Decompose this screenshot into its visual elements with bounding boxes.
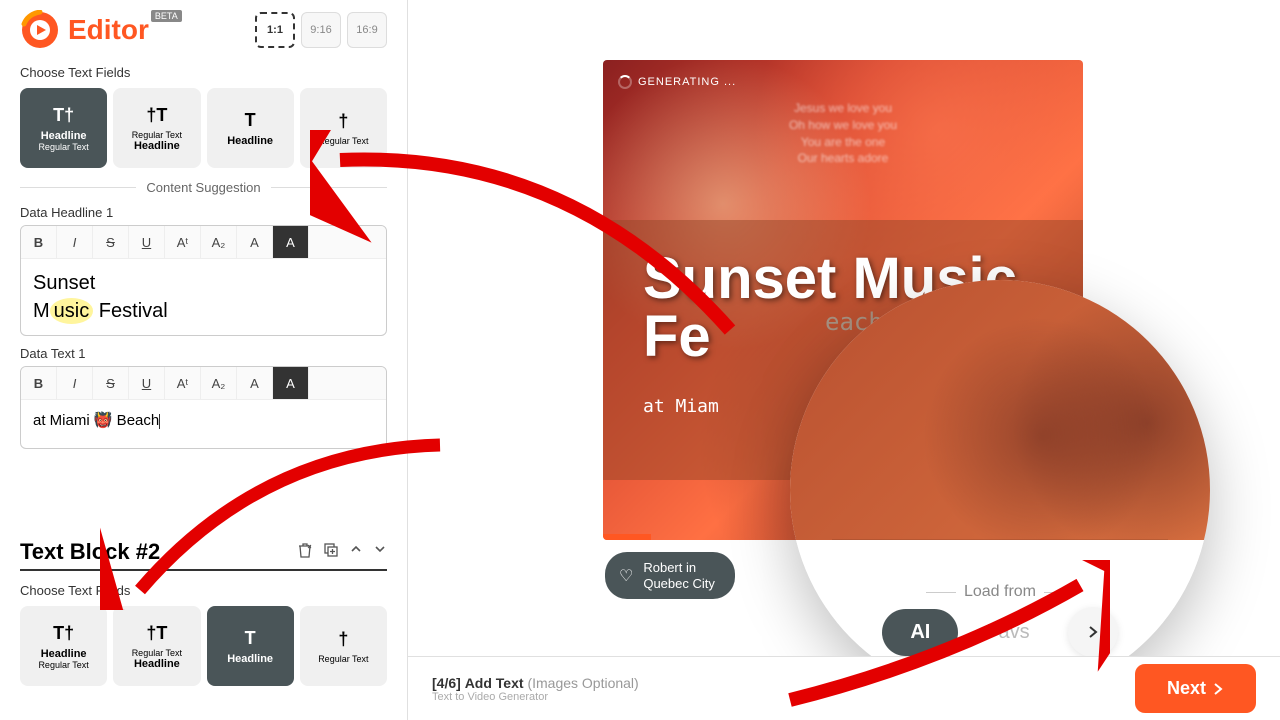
load-from-label: Load from: [964, 583, 1036, 601]
load-from-favs-button[interactable]: Favs: [968, 609, 1047, 656]
headline-input-label: Data Headline 1: [20, 205, 387, 220]
block-2-title: Text Block #2: [20, 539, 297, 565]
heart-icon: ♡: [619, 566, 633, 586]
user-name: Robert in: [643, 560, 715, 576]
field-type-headline-regular[interactable]: T† Headline Regular Text: [20, 88, 107, 168]
font-color-button[interactable]: A: [237, 367, 273, 399]
magnifier-callout: Load from AI Favs: [790, 280, 1210, 700]
bold-button[interactable]: B: [21, 367, 57, 399]
highlight-button[interactable]: A: [273, 226, 309, 258]
generating-badge: GENERATING ...: [618, 75, 736, 89]
beta-badge: BETA: [151, 10, 182, 22]
field-type-regular-headline[interactable]: †T Regular Text Headline: [113, 606, 200, 686]
logo-text: Editor: [68, 14, 149, 46]
magnifier-next-button[interactable]: [1068, 607, 1118, 657]
user-location: Quebec City: [643, 576, 715, 592]
sidebar-header: Editor BETA 1:1 9:16 16:9: [20, 10, 387, 50]
delete-block-icon[interactable]: [297, 542, 313, 563]
strikethrough-button[interactable]: S: [93, 367, 129, 399]
duplicate-block-icon[interactable]: [323, 542, 339, 563]
load-from-ai-button[interactable]: AI: [882, 609, 958, 656]
text-block-2-header: Text Block #2: [20, 539, 387, 571]
logo-icon: [20, 10, 60, 50]
text-textarea[interactable]: at Miami 👹 Beach: [21, 400, 386, 448]
chevron-right-icon: [1212, 683, 1224, 695]
underline-button[interactable]: U: [129, 367, 165, 399]
strikethrough-button[interactable]: S: [93, 226, 129, 258]
footer-bar: [4/6] Add Text (Images Optional) Text to…: [408, 656, 1280, 720]
highlight-button[interactable]: A: [273, 367, 309, 399]
field-type-headline-only[interactable]: T Headline: [207, 88, 294, 168]
headline-editor: B I S U Aᵗ A₂ A A Sunset Music Festival: [20, 225, 387, 336]
step-indicator: [4/6] Add Text (Images Optional) Text to…: [432, 675, 639, 703]
subscript-button[interactable]: A₂: [201, 226, 237, 258]
bold-button[interactable]: B: [21, 226, 57, 258]
field-type-regular-headline[interactable]: †T Regular Text Headline: [113, 88, 200, 168]
editor-sidebar: Editor BETA 1:1 9:16 16:9 Choose Text Fi…: [0, 0, 408, 720]
superscript-button[interactable]: Aᵗ: [165, 226, 201, 258]
superscript-button[interactable]: Aᵗ: [165, 367, 201, 399]
spinner-icon: [618, 75, 632, 89]
field-type-headline-only[interactable]: T Headline: [207, 606, 294, 686]
text-input-label: Data Text 1: [20, 346, 387, 361]
move-up-icon[interactable]: [349, 542, 363, 563]
user-location-pill[interactable]: ♡ Robert in Quebec City: [605, 552, 735, 599]
field-type-regular-only[interactable]: † Regular Text: [300, 606, 387, 686]
preview-lyrics: Jesus we love you Oh how we love you You…: [789, 100, 897, 167]
headline-textarea[interactable]: Sunset Music Festival: [21, 259, 386, 335]
aspect-ratio-group: 1:1 9:16 16:9: [255, 12, 387, 48]
progress-bar[interactable]: [603, 534, 651, 540]
next-button[interactable]: Next: [1135, 664, 1256, 713]
subscript-button[interactable]: A₂: [201, 367, 237, 399]
text-editor: B I S U Aᵗ A₂ A A at Miami 👹 Beach: [20, 366, 387, 449]
main-area: GENERATING ... Jesus we love you Oh how …: [408, 0, 1280, 720]
chevron-right-icon: [1086, 625, 1100, 639]
ratio-9-16[interactable]: 9:16: [301, 12, 341, 48]
move-down-icon[interactable]: [373, 542, 387, 563]
text-toolbar: B I S U Aᵗ A₂ A A: [21, 367, 386, 400]
headline-toolbar: B I S U Aᵗ A₂ A A: [21, 226, 386, 259]
underline-button[interactable]: U: [129, 226, 165, 258]
italic-button[interactable]: I: [57, 367, 93, 399]
content-suggestion-divider: Content Suggestion: [20, 180, 387, 195]
choose-fields-label-2: Choose Text Fields: [20, 583, 387, 598]
ratio-16-9[interactable]: 16:9: [347, 12, 387, 48]
field-type-regular-only[interactable]: † Regular Text: [300, 88, 387, 168]
field-type-picker: T† Headline Regular Text †T Regular Text…: [20, 88, 387, 168]
choose-fields-label: Choose Text Fields: [20, 65, 387, 80]
italic-button[interactable]: I: [57, 226, 93, 258]
field-type-headline-regular[interactable]: T† Headline Regular Text: [20, 606, 107, 686]
font-color-button[interactable]: A: [237, 226, 273, 258]
ratio-1-1[interactable]: 1:1: [255, 12, 295, 48]
field-type-picker-2: T† Headline Regular Text †T Regular Text…: [20, 606, 387, 686]
